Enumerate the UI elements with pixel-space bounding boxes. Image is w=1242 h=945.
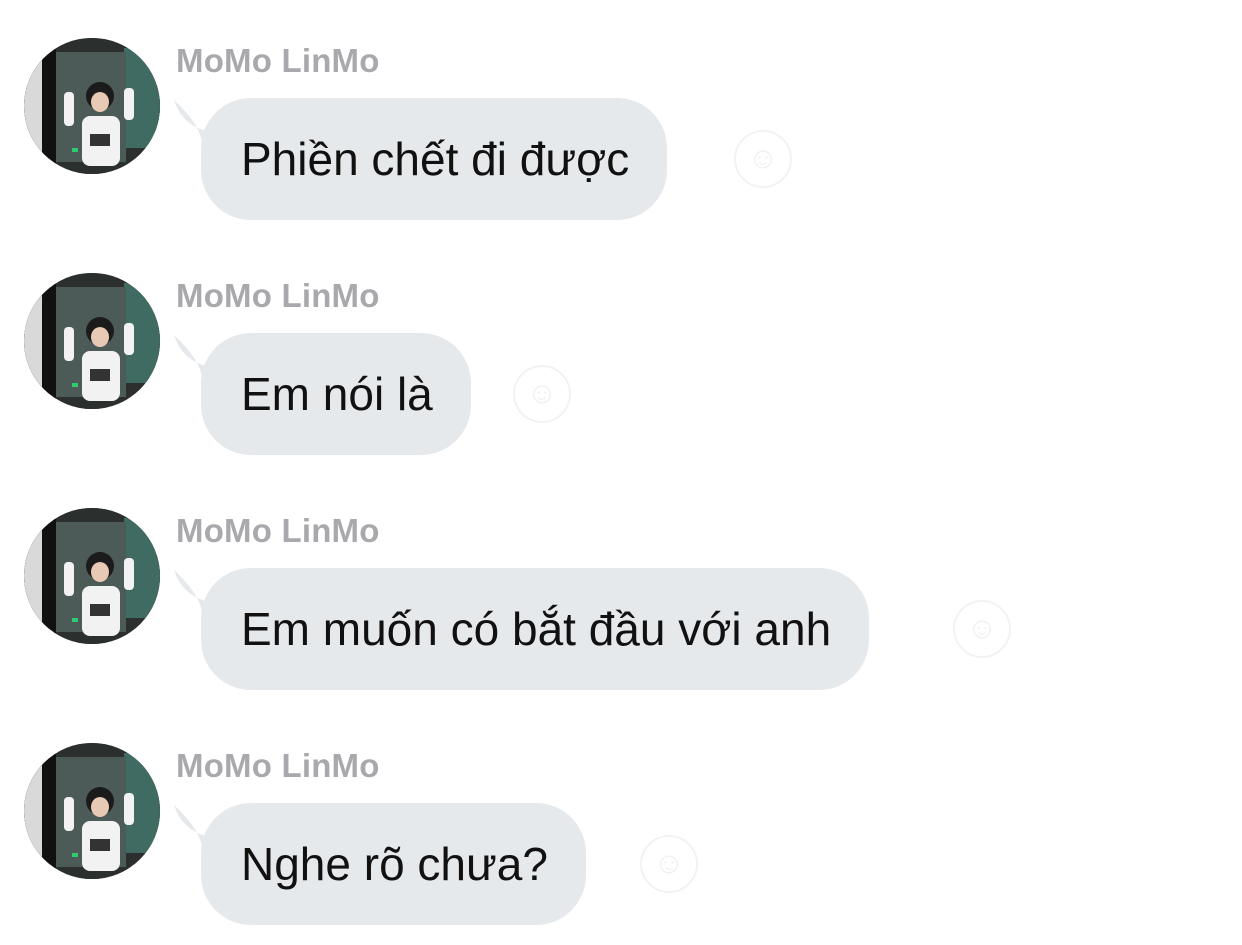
- sender-name: MoMo LinMo: [176, 512, 380, 549]
- sender-name: MoMo LinMo: [176, 747, 380, 784]
- avatar[interactable]: [24, 38, 160, 174]
- message-bubble[interactable]: Em nói là: [201, 333, 471, 455]
- avatar[interactable]: [24, 273, 160, 409]
- message-bubble[interactable]: Em muốn có bắt đầu với anh: [201, 568, 870, 690]
- message-bubble[interactable]: Nghe rõ chưa?: [201, 803, 586, 925]
- add-reaction-icon[interactable]: ☺: [513, 365, 571, 423]
- avatar[interactable]: [24, 508, 160, 644]
- add-reaction-icon[interactable]: ☺: [953, 600, 1011, 658]
- chat-thread: MoMo LinMo Phiền chết đi được ☺ MoMo Lin…: [0, 0, 1242, 945]
- avatar[interactable]: [24, 743, 160, 879]
- message-bubble[interactable]: Phiền chết đi được: [201, 98, 668, 220]
- add-reaction-icon[interactable]: ☺: [640, 835, 698, 893]
- message-row: MoMo LinMo Nghe rõ chưa? ☺: [0, 705, 1242, 940]
- message-row: MoMo LinMo Em muốn có bắt đầu với anh ☺: [0, 470, 1242, 705]
- add-reaction-icon[interactable]: ☺: [734, 130, 792, 188]
- message-row: MoMo LinMo Phiền chết đi được ☺: [0, 0, 1242, 235]
- message-row: MoMo LinMo Em nói là ☺: [0, 235, 1242, 470]
- sender-name: MoMo LinMo: [176, 42, 380, 79]
- sender-name: MoMo LinMo: [176, 277, 380, 314]
